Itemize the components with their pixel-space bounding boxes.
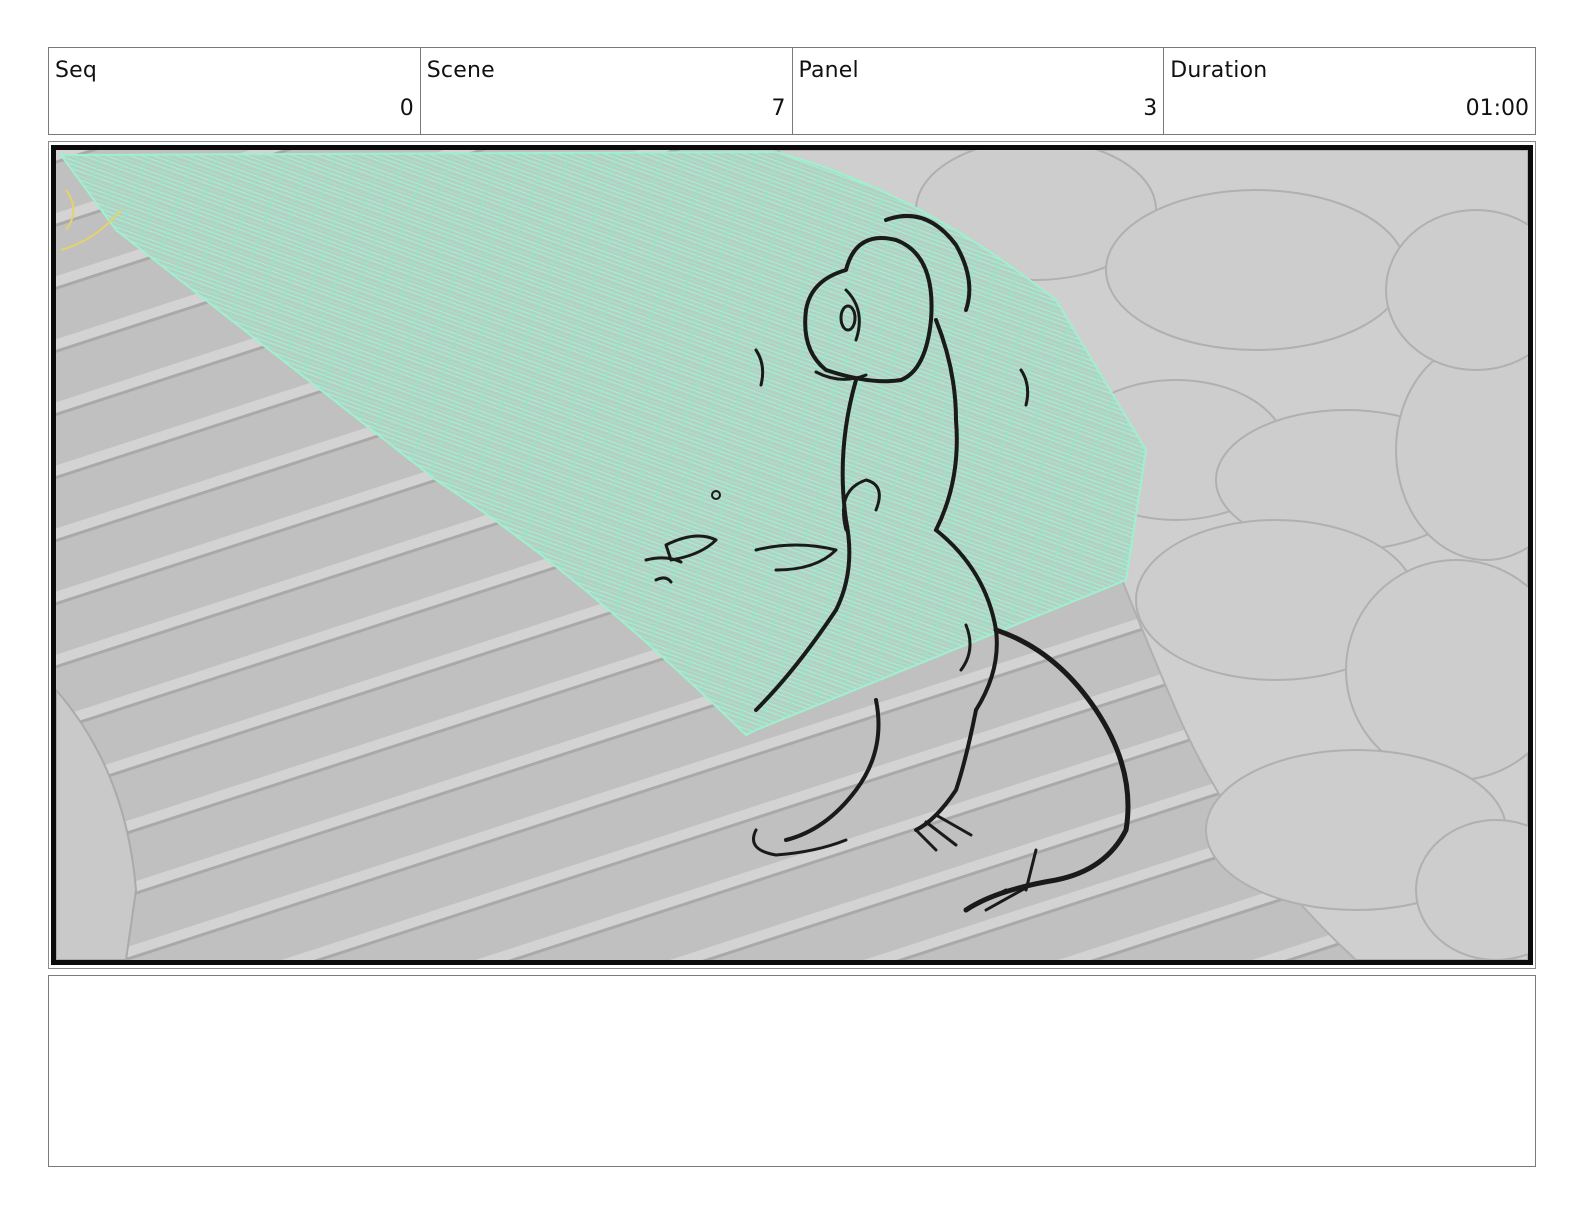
scene-cell: Scene 7 bbox=[421, 48, 793, 134]
panel-notes-box bbox=[48, 975, 1536, 1167]
panel-info-header: Seq 0 Scene 7 Panel 3 Duration 01:00 bbox=[48, 47, 1536, 135]
seq-label: Seq bbox=[55, 58, 98, 83]
scene-label: Scene bbox=[426, 58, 495, 83]
panel-cell: Panel 3 bbox=[793, 48, 1165, 134]
seq-cell: Seq 0 bbox=[49, 48, 421, 134]
duration-label: Duration bbox=[1170, 58, 1268, 83]
duration-value: 01:00 bbox=[1465, 96, 1529, 121]
scene-value: 7 bbox=[771, 96, 786, 121]
panel-label: Panel bbox=[798, 58, 859, 83]
panel-illustration bbox=[56, 150, 1528, 960]
seq-value: 0 bbox=[399, 96, 414, 121]
storyboard-panel-image bbox=[51, 145, 1533, 965]
duration-cell: Duration 01:00 bbox=[1164, 48, 1535, 134]
panel-value: 3 bbox=[1143, 96, 1158, 121]
